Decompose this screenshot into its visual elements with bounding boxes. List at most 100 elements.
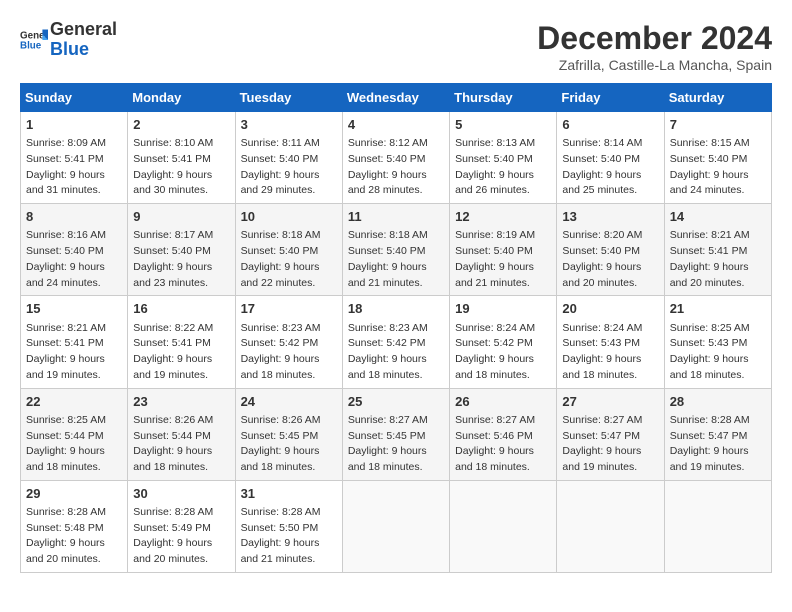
day-info: Sunrise: 8:17 AM Sunset: 5:40 PM Dayligh… (133, 229, 213, 288)
day-number: 4 (348, 116, 444, 134)
day-number: 12 (455, 208, 551, 226)
calendar-cell: 18 Sunrise: 8:23 AM Sunset: 5:42 PM Dayli… (342, 296, 449, 388)
calendar-cell: 12 Sunrise: 8:19 AM Sunset: 5:40 PM Dayli… (450, 204, 557, 296)
week-row-3: 15 Sunrise: 8:21 AM Sunset: 5:41 PM Dayli… (21, 296, 772, 388)
calendar-cell: 4 Sunrise: 8:12 AM Sunset: 5:40 PM Daylig… (342, 112, 449, 204)
day-info: Sunrise: 8:25 AM Sunset: 5:43 PM Dayligh… (670, 322, 750, 381)
day-info: Sunrise: 8:18 AM Sunset: 5:40 PM Dayligh… (241, 229, 321, 288)
logo-text-line1: General (50, 20, 117, 40)
day-info: Sunrise: 8:15 AM Sunset: 5:40 PM Dayligh… (670, 137, 750, 196)
day-info: Sunrise: 8:20 AM Sunset: 5:40 PM Dayligh… (562, 229, 642, 288)
calendar-cell: 24 Sunrise: 8:26 AM Sunset: 5:45 PM Dayli… (235, 388, 342, 480)
month-title: December 2024 (537, 20, 772, 57)
calendar-cell: 28 Sunrise: 8:28 AM Sunset: 5:47 PM Dayli… (664, 388, 771, 480)
day-info: Sunrise: 8:21 AM Sunset: 5:41 PM Dayligh… (26, 322, 106, 381)
day-number: 28 (670, 393, 766, 411)
calendar-cell (450, 480, 557, 572)
calendar-cell: 2Sunrise: 8:10 AM Sunset: 5:41 PM Daylig… (128, 112, 235, 204)
day-info: Sunrise: 8:27 AM Sunset: 5:45 PM Dayligh… (348, 414, 428, 473)
day-number: 21 (670, 300, 766, 318)
day-number: 3 (241, 116, 337, 134)
day-info: Sunrise: 8:22 AM Sunset: 5:41 PM Dayligh… (133, 322, 213, 381)
calendar-cell: 11 Sunrise: 8:18 AM Sunset: 5:40 PM Dayli… (342, 204, 449, 296)
day-info: Sunrise: 8:11 AM Sunset: 5:40 PM Dayligh… (241, 137, 320, 196)
calendar-cell: 31 Sunrise: 8:28 AM Sunset: 5:50 PM Dayli… (235, 480, 342, 572)
day-info: Sunrise: 8:25 AM Sunset: 5:44 PM Dayligh… (26, 414, 106, 473)
day-number: 30 (133, 485, 229, 503)
calendar-cell: 26 Sunrise: 8:27 AM Sunset: 5:46 PM Dayli… (450, 388, 557, 480)
day-info: Sunrise: 8:16 AM Sunset: 5:40 PM Dayligh… (26, 229, 106, 288)
day-number: 5 (455, 116, 551, 134)
week-row-2: 8 Sunrise: 8:16 AM Sunset: 5:40 PM Daylig… (21, 204, 772, 296)
day-number: 11 (348, 208, 444, 226)
calendar-cell: 8 Sunrise: 8:16 AM Sunset: 5:40 PM Daylig… (21, 204, 128, 296)
title-block: December 2024 Zafrilla, Castille-La Manc… (537, 20, 772, 73)
day-number: 18 (348, 300, 444, 318)
day-number: 17 (241, 300, 337, 318)
day-info: Sunrise: 8:26 AM Sunset: 5:44 PM Dayligh… (133, 414, 213, 473)
day-number: 1 (26, 116, 122, 134)
calendar-cell: 7 Sunrise: 8:15 AM Sunset: 5:40 PM Daylig… (664, 112, 771, 204)
header-tuesday: Tuesday (235, 84, 342, 112)
calendar-cell: 14Sunrise: 8:21 AM Sunset: 5:41 PM Dayli… (664, 204, 771, 296)
day-number: 29 (26, 485, 122, 503)
day-info: Sunrise: 8:18 AM Sunset: 5:40 PM Dayligh… (348, 229, 428, 288)
calendar-cell: 10 Sunrise: 8:18 AM Sunset: 5:40 PM Dayli… (235, 204, 342, 296)
header-friday: Friday (557, 84, 664, 112)
calendar-cell: 13Sunrise: 8:20 AM Sunset: 5:40 PM Dayli… (557, 204, 664, 296)
day-info: Sunrise: 8:13 AM Sunset: 5:40 PM Dayligh… (455, 137, 535, 196)
calendar-cell: 9 Sunrise: 8:17 AM Sunset: 5:40 PM Daylig… (128, 204, 235, 296)
day-info: Sunrise: 8:23 AM Sunset: 5:42 PM Dayligh… (241, 322, 321, 381)
day-number: 2 (133, 116, 229, 134)
day-info: Sunrise: 8:27 AM Sunset: 5:46 PM Dayligh… (455, 414, 535, 473)
logo-icon: General Blue (20, 26, 48, 54)
day-number: 23 (133, 393, 229, 411)
day-number: 10 (241, 208, 337, 226)
day-number: 27 (562, 393, 658, 411)
day-info: Sunrise: 8:27 AM Sunset: 5:47 PM Dayligh… (562, 414, 642, 473)
day-info: Sunrise: 8:12 AM Sunset: 5:40 PM Dayligh… (348, 137, 428, 196)
day-number: 26 (455, 393, 551, 411)
header-wednesday: Wednesday (342, 84, 449, 112)
page-header: General Blue General Blue December 2024 … (20, 20, 772, 73)
calendar-cell: 21 Sunrise: 8:25 AM Sunset: 5:43 PM Dayli… (664, 296, 771, 388)
day-number: 20 (562, 300, 658, 318)
calendar-cell: 6 Sunrise: 8:14 AM Sunset: 5:40 PM Daylig… (557, 112, 664, 204)
header-thursday: Thursday (450, 84, 557, 112)
calendar-cell: 1Sunrise: 8:09 AM Sunset: 5:41 PM Daylig… (21, 112, 128, 204)
calendar-cell: 29 Sunrise: 8:28 AM Sunset: 5:48 PM Dayli… (21, 480, 128, 572)
svg-text:Blue: Blue (20, 40, 42, 51)
calendar-table: SundayMondayTuesdayWednesdayThursdayFrid… (20, 83, 772, 573)
day-number: 7 (670, 116, 766, 134)
day-number: 6 (562, 116, 658, 134)
day-info: Sunrise: 8:14 AM Sunset: 5:40 PM Dayligh… (562, 137, 642, 196)
calendar-cell (664, 480, 771, 572)
calendar-cell: 30Sunrise: 8:28 AM Sunset: 5:49 PM Dayli… (128, 480, 235, 572)
calendar-cell: 27 Sunrise: 8:27 AM Sunset: 5:47 PM Dayli… (557, 388, 664, 480)
calendar-header-row: SundayMondayTuesdayWednesdayThursdayFrid… (21, 84, 772, 112)
day-info: Sunrise: 8:19 AM Sunset: 5:40 PM Dayligh… (455, 229, 535, 288)
day-number: 9 (133, 208, 229, 226)
day-number: 24 (241, 393, 337, 411)
calendar-cell: 23 Sunrise: 8:26 AM Sunset: 5:44 PM Dayli… (128, 388, 235, 480)
day-number: 15 (26, 300, 122, 318)
calendar-cell: 22Sunrise: 8:25 AM Sunset: 5:44 PM Dayli… (21, 388, 128, 480)
day-info: Sunrise: 8:24 AM Sunset: 5:43 PM Dayligh… (562, 322, 642, 381)
day-number: 25 (348, 393, 444, 411)
day-number: 31 (241, 485, 337, 503)
calendar-cell (557, 480, 664, 572)
logo-text-line2: Blue (50, 40, 117, 60)
calendar-cell: 19Sunrise: 8:24 AM Sunset: 5:42 PM Dayli… (450, 296, 557, 388)
calendar-cell: 15 Sunrise: 8:21 AM Sunset: 5:41 PM Dayli… (21, 296, 128, 388)
day-number: 16 (133, 300, 229, 318)
day-info: Sunrise: 8:26 AM Sunset: 5:45 PM Dayligh… (241, 414, 321, 473)
day-info: Sunrise: 8:28 AM Sunset: 5:48 PM Dayligh… (26, 506, 106, 565)
logo: General Blue General Blue (20, 20, 117, 60)
day-number: 14 (670, 208, 766, 226)
day-info: Sunrise: 8:28 AM Sunset: 5:50 PM Dayligh… (241, 506, 321, 565)
day-info: Sunrise: 8:28 AM Sunset: 5:47 PM Dayligh… (670, 414, 750, 473)
calendar-cell: 20 Sunrise: 8:24 AM Sunset: 5:43 PM Dayli… (557, 296, 664, 388)
day-info: Sunrise: 8:23 AM Sunset: 5:42 PM Dayligh… (348, 322, 428, 381)
day-number: 8 (26, 208, 122, 226)
calendar-cell: 16 Sunrise: 8:22 AM Sunset: 5:41 PM Dayli… (128, 296, 235, 388)
